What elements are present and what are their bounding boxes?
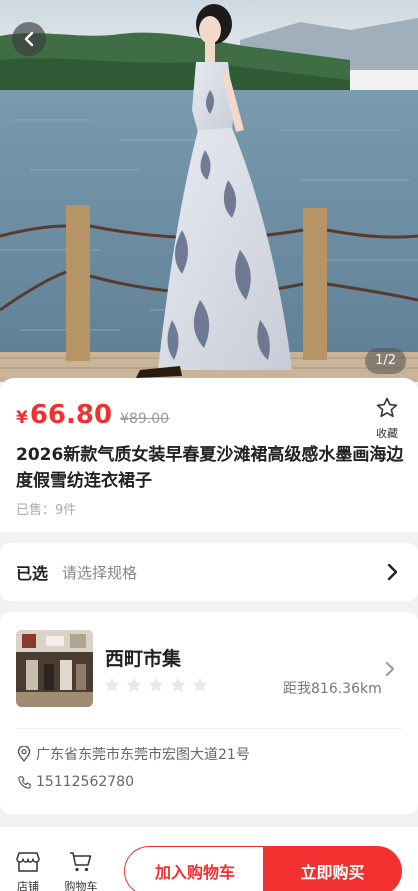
spec-label: 已选 <box>16 564 49 583</box>
add-to-cart-button[interactable]: 加入购物车 <box>124 846 265 891</box>
store-button[interactable]: 店铺 <box>8 851 48 891</box>
product-image-carousel[interactable]: 1/2 <box>0 0 418 382</box>
location-pin-icon <box>16 746 32 762</box>
bottom-action-bar: 店铺 购物车 加入购物车 立即购买 <box>0 827 418 891</box>
star-icon <box>125 676 143 698</box>
cart-label: 购物车 <box>64 880 98 891</box>
store-label: 店铺 <box>17 880 39 891</box>
shop-phone: 15112562780 <box>36 774 134 790</box>
price-row: ¥ 66.80 ¥89.00 <box>16 400 169 430</box>
favorite-label: 收藏 <box>376 427 398 440</box>
chevron-left-icon <box>21 31 37 47</box>
shop-card[interactable]: 西町市集 距我816.36km 广东省东莞市东莞市宏图大道21号 1511256… <box>0 612 418 814</box>
currency-symbol: ¥ <box>16 408 28 428</box>
star-outline-icon <box>375 397 399 424</box>
sold-count: 已售：9件 <box>16 503 77 518</box>
star-icon <box>191 676 209 698</box>
divider <box>16 728 402 729</box>
favorite-button[interactable]: 收藏 <box>372 396 402 441</box>
phone-icon <box>16 774 32 790</box>
shop-thumbnail <box>16 630 93 707</box>
star-icon <box>103 676 121 698</box>
shop-phone-row[interactable]: 15112562780 <box>16 774 134 790</box>
shop-address-row[interactable]: 广东省东莞市东莞市宏图大道21号 <box>16 744 250 764</box>
shop-address: 广东省东莞市东莞市宏图大道21号 <box>36 747 250 763</box>
buy-now-button[interactable]: 立即购买 <box>263 846 402 891</box>
shop-distance: 距我816.36km <box>283 681 382 697</box>
product-title: 2026新款气质女装早春夏沙滩裙高级感水墨画海边度假雪纺连衣裙子 <box>16 445 404 491</box>
current-price: 66.80 <box>29 400 113 430</box>
original-price: ¥89.00 <box>120 411 170 427</box>
chevron-right-icon <box>386 562 400 586</box>
spec-value: 请选择规格 <box>62 563 138 582</box>
product-photo <box>0 0 418 382</box>
cart-button[interactable]: 购物车 <box>61 851 101 891</box>
store-icon <box>16 852 40 876</box>
star-icon <box>147 676 165 698</box>
back-button[interactable] <box>12 22 46 56</box>
product-info-card: ¥ 66.80 ¥89.00 收藏 2026新款气质女装早春夏沙滩裙高级感水墨画… <box>0 378 418 532</box>
star-icon <box>169 676 187 698</box>
spec-selector[interactable]: 已选 请选择规格 <box>0 543 418 601</box>
shop-rating <box>103 676 209 698</box>
chevron-right-icon <box>384 660 396 682</box>
cart-icon <box>69 852 93 876</box>
product-detail-page: 1/2 ¥ 66.80 ¥89.00 收藏 2026新款气质女装早春夏沙滩裙高级… <box>0 0 418 891</box>
image-counter: 1/2 <box>365 348 406 374</box>
shop-name: 西町市集 <box>105 648 182 670</box>
